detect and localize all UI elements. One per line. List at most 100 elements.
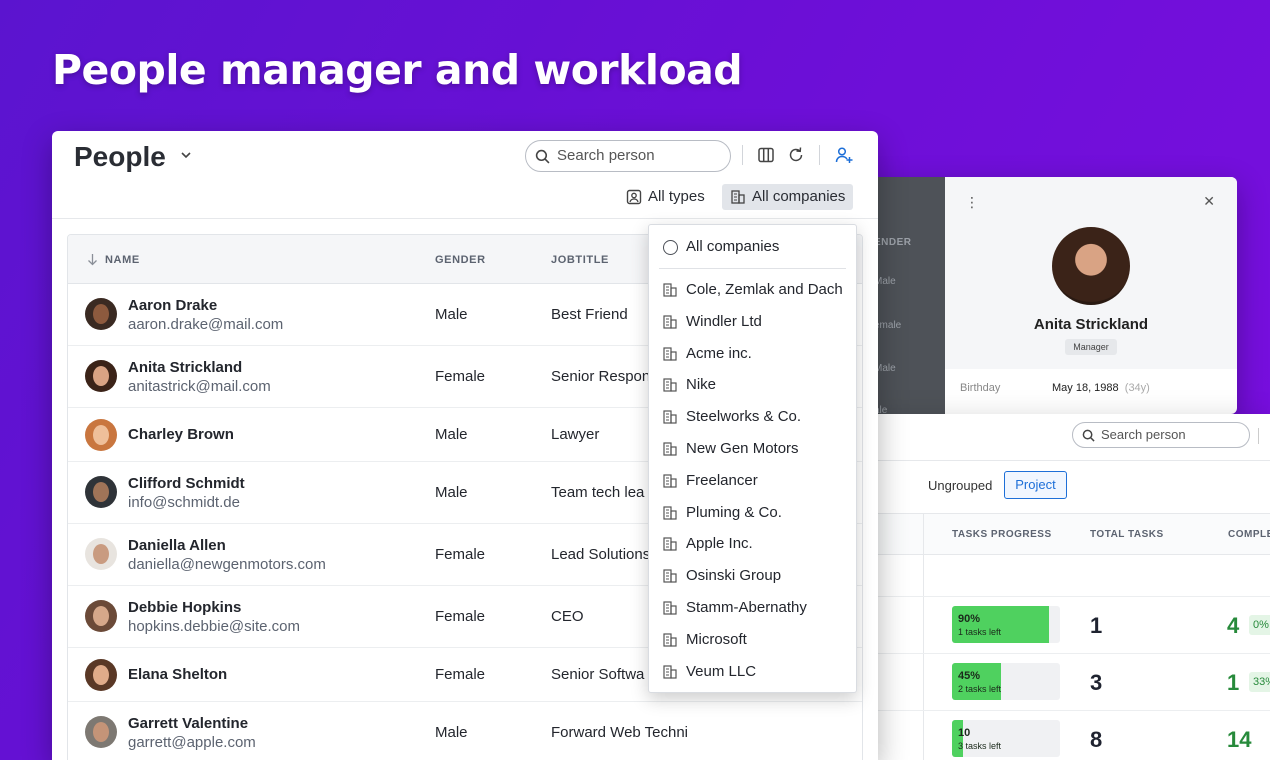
person-gender: Male	[435, 426, 468, 443]
workload-panel: Search person Ungrouped Project TASKS PR…	[860, 414, 1270, 760]
sort-down-icon[interactable]	[87, 253, 98, 266]
person-email: aaron.drake@mail.com	[128, 316, 284, 333]
columns-icon[interactable]	[756, 145, 776, 165]
workload-group-row	[860, 555, 1270, 597]
tasks-progress-bar: 90% 1 tasks left	[952, 606, 1060, 643]
building-icon	[663, 569, 677, 583]
workload-search-input[interactable]: Search person	[1072, 422, 1250, 448]
partial-gender-header: ENDER	[874, 237, 912, 248]
person-email: anitastrick@mail.com	[128, 378, 271, 395]
dropdown-item-company[interactable]: Acme inc.	[662, 343, 852, 365]
more-options-icon[interactable]: ⋮	[965, 194, 979, 211]
avatar	[85, 600, 117, 632]
group-project-button[interactable]: Project	[1004, 471, 1067, 499]
col-total-tasks: TOTAL TASKS	[1090, 529, 1164, 540]
avatar	[85, 298, 117, 330]
person-name: Debbie Hopkins	[128, 599, 242, 616]
workload-row[interactable]: 45% 2 tasks left 3 1 33%	[860, 654, 1270, 711]
person-email: info@schmidt.de	[128, 494, 240, 511]
person-name: Daniella Allen	[128, 537, 226, 554]
building-icon	[663, 537, 677, 551]
building-icon	[663, 378, 677, 392]
page-title: People	[74, 141, 166, 172]
person-gender: Female	[435, 666, 486, 683]
completed-percent: 0%	[1249, 615, 1270, 635]
person-gender: Female	[435, 546, 486, 563]
birthday-label: Birthday	[960, 382, 1001, 394]
person-detail-panel: ENDER Male emale Male ale ⋮ ✕ Anita Stri…	[860, 177, 1237, 414]
person-name: Clifford Schmidt	[128, 475, 245, 492]
dropdown-item-company[interactable]: Pluming & Co.	[662, 502, 852, 524]
person-name: Aaron Drake	[128, 297, 218, 314]
divider	[860, 460, 1270, 461]
building-icon	[663, 474, 677, 488]
col-gender[interactable]: GENDER	[435, 254, 486, 266]
toolbar-separator	[819, 145, 820, 165]
person-gender: Female	[435, 608, 486, 625]
avatar	[85, 419, 117, 451]
total-tasks: 1	[1090, 613, 1103, 638]
person-name: Anita Strickland	[128, 359, 243, 376]
person-card-icon	[626, 189, 642, 205]
avatar	[85, 716, 117, 748]
dropdown-item-company[interactable]: Nike	[662, 374, 852, 396]
divider	[52, 218, 878, 219]
search-icon	[535, 149, 550, 164]
completed-tasks: 4	[1227, 613, 1240, 638]
role-badge: Manager	[1065, 339, 1117, 355]
person-name: Charley Brown	[128, 426, 234, 443]
dropdown-item-company[interactable]: Freelancer	[662, 470, 852, 492]
group-ungrouped-button[interactable]: Ungrouped	[928, 478, 992, 493]
workload-row[interactable]: 90% 1 tasks left 1 4 0%	[860, 597, 1270, 654]
profile-avatar	[1052, 227, 1130, 305]
birthday-age: (34y)	[1124, 382, 1150, 394]
filter-types-button[interactable]: All types	[618, 184, 713, 210]
dropdown-item-company[interactable]: Steelworks & Co.	[662, 406, 852, 428]
dropdown-item-company[interactable]: Apple Inc.	[662, 533, 852, 555]
dropdown-item-company[interactable]: Cole, Zemlak and Dach	[662, 279, 852, 301]
search-input[interactable]: Search person	[525, 140, 731, 172]
building-icon	[663, 442, 677, 456]
dropdown-item-company[interactable]: Veum LLC	[662, 661, 852, 683]
toolbar-separator	[1258, 428, 1259, 444]
dropdown-item-all-companies[interactable]: All companies	[662, 236, 847, 258]
building-icon	[731, 190, 745, 204]
building-icon	[663, 315, 677, 329]
workload-table-header: TASKS PROGRESS TOTAL TASKS COMPLE	[860, 513, 1270, 555]
person-gender: Female	[435, 368, 486, 385]
total-tasks: 8	[1090, 727, 1103, 752]
person-name: Garrett Valentine	[128, 715, 249, 732]
person-gender: Male	[435, 724, 468, 741]
building-icon	[663, 410, 677, 424]
companies-dropdown: All companies Cole, Zemlak and Dach Windl…	[648, 224, 857, 693]
col-tasks-progress: TASKS PROGRESS	[952, 529, 1052, 540]
person-email: garrett@apple.com	[128, 734, 256, 751]
tasks-progress-bar: 45% 2 tasks left	[952, 663, 1060, 700]
col-name[interactable]: NAME	[105, 254, 140, 266]
dropdown-item-company[interactable]: Microsoft	[662, 629, 852, 651]
avatar	[85, 538, 117, 570]
dropdown-item-company[interactable]: Stamm-Abernathy	[662, 597, 852, 619]
avatar	[85, 476, 117, 508]
birthday-value: May 18, 1988 (34y)	[1052, 382, 1150, 394]
dropdown-item-company[interactable]: New Gen Motors	[662, 438, 852, 460]
add-person-icon[interactable]	[834, 145, 854, 165]
refresh-icon[interactable]	[786, 145, 806, 165]
col-jobtitle[interactable]: JOBTITLE	[551, 254, 609, 266]
building-icon	[663, 346, 677, 361]
close-icon[interactable]: ✕	[1203, 193, 1215, 210]
profile-name: Anita Strickland	[1033, 316, 1149, 333]
dropdown-item-company[interactable]: Osinski Group	[662, 565, 852, 587]
toolbar-separator	[742, 145, 743, 165]
chevron-down-icon[interactable]	[180, 149, 192, 161]
completed-percent: 33%	[1249, 672, 1270, 692]
dropdown-item-company[interactable]: Windler Ltd	[662, 311, 852, 333]
total-tasks: 3	[1090, 670, 1103, 695]
completed-tasks: 14	[1227, 727, 1252, 752]
workload-row[interactable]: 10 3 tasks left 8 14	[860, 711, 1270, 760]
radio-icon	[663, 240, 678, 255]
person-jobtitle: Forward Web Techni	[551, 724, 689, 741]
filter-companies-button[interactable]: All companies	[722, 184, 854, 210]
dropdown-separator	[659, 268, 846, 269]
table-row[interactable]: Garrett Valentine garrett@apple.com Male…	[68, 702, 862, 760]
